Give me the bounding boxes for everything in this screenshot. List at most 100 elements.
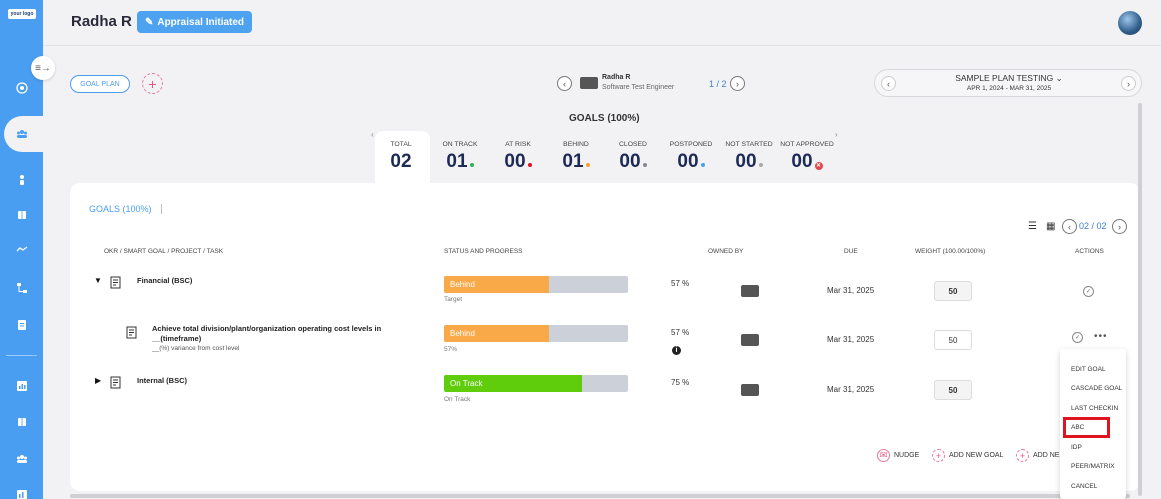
owner-avatar[interactable] <box>741 285 759 297</box>
goal-title-line2[interactable]: __(timeframe) <box>152 334 201 343</box>
stat-at-risk[interactable]: AT RISK 00 <box>489 141 547 173</box>
nudge-label: NUDGE <box>894 452 920 459</box>
plus-icon: + <box>148 75 157 92</box>
chevron-down-icon: ⌄ <box>1055 73 1063 83</box>
chevron-right-icon: › <box>736 78 739 89</box>
goal-title[interactable]: Financial (BSC) <box>137 276 192 285</box>
goals-pager: 02 / 02 <box>1079 221 1107 231</box>
stat-label: TOTAL <box>390 141 412 148</box>
weight-value[interactable]: 50 <box>934 380 972 400</box>
goal-icon <box>110 276 121 289</box>
stat-not-approved[interactable]: NOT APPROVED 00 ✕ <box>778 141 836 173</box>
progress-percent: 57 % <box>671 279 690 288</box>
close-icon: ✕ <box>814 162 823 170</box>
goal-title[interactable]: Internal (BSC) <box>137 376 187 385</box>
prev-employee-button[interactable]: ‹ <box>557 76 572 91</box>
vertical-scrollbar[interactable] <box>1138 103 1142 496</box>
grid-view-icon[interactable]: ▦ <box>1046 221 1055 232</box>
goals-card-title[interactable]: GOALS (100%) <box>89 204 152 214</box>
expand-triangle-icon[interactable]: ▶ <box>95 376 101 385</box>
progress-percent: 57 % <box>671 328 690 337</box>
due-date: Mar 31, 2025 <box>827 385 875 394</box>
col-header-weight: WEIGHT (100.00/100%) <box>915 248 986 255</box>
stat-not-started[interactable]: NOT STARTED 00 <box>720 141 778 173</box>
menu-item-cancel[interactable]: CANCEL <box>1071 483 1097 490</box>
stat-value: 02 <box>390 151 412 172</box>
owner-avatar[interactable] <box>741 384 759 396</box>
highlight-box <box>1063 417 1110 438</box>
sidebar-item-library[interactable] <box>0 410 43 434</box>
sidebar-item-person[interactable] <box>0 168 43 192</box>
next-employee-button[interactable]: › <box>730 76 745 91</box>
stat-label: BEHIND <box>563 141 589 148</box>
progress-sublabel: Target <box>444 296 463 303</box>
bar-chart-icon <box>16 490 27 499</box>
menu-item-idp[interactable]: IDP <box>1071 444 1082 451</box>
plan-name-label: SAMPLE PLAN TESTING <box>955 73 1054 83</box>
sidebar-toggle-button[interactable]: ≡→ <box>31 56 55 80</box>
collapse-triangle-icon[interactable]: ▼ <box>94 276 102 285</box>
sidebar-item-handshake[interactable] <box>0 238 43 262</box>
scroll-left-icon[interactable]: ‹ <box>371 130 374 139</box>
add-plan-button[interactable]: + <box>142 73 163 94</box>
list-view-icon[interactable]: ☰ <box>1028 221 1037 232</box>
goal-plan-button[interactable]: GOAL PLAN <box>70 75 130 93</box>
nudge-button[interactable]: ✉ NUDGE <box>877 449 919 462</box>
next-plan-button[interactable]: › <box>1121 76 1136 91</box>
stat-closed[interactable]: CLOSED 00 <box>604 141 662 173</box>
due-date: Mar 31, 2025 <box>827 286 875 295</box>
sidebar-item-org[interactable] <box>0 276 43 300</box>
progress-bar: Behind <box>444 325 628 342</box>
employee-mini-avatar <box>580 77 598 89</box>
user-avatar[interactable] <box>1118 11 1142 35</box>
sidebar-item-team[interactable] <box>0 122 43 146</box>
plan-name[interactable]: SAMPLE PLAN TESTING ⌄ <box>875 73 1143 84</box>
chevron-right-icon: › <box>1127 78 1130 89</box>
envelope-icon: ✉ <box>877 449 890 462</box>
stat-behind[interactable]: BEHIND 01 <box>547 141 605 173</box>
prev-page-button[interactable]: ‹ <box>1062 219 1077 234</box>
sidebar-item-reports[interactable] <box>0 313 43 337</box>
stat-value: 00 <box>735 151 757 172</box>
employee-mini-name: Radha R <box>602 74 631 81</box>
status-dot-icon <box>700 163 705 167</box>
book-open-icon <box>17 418 26 426</box>
add-new-button[interactable]: + ADD NE <box>1016 449 1059 462</box>
sidebar-item-book[interactable] <box>0 203 43 227</box>
group-icon <box>16 455 27 463</box>
hierarchy-icon <box>16 283 27 293</box>
horizontal-scrollbar[interactable] <box>70 494 1130 498</box>
sidebar-item-goals[interactable] <box>0 76 43 100</box>
menu-item-edit-goal[interactable]: EDIT GOAL <box>1071 366 1106 373</box>
menu-item-last-checkin[interactable]: LAST CHECKIN <box>1071 405 1118 412</box>
plan-selector[interactable]: ‹ SAMPLE PLAN TESTING ⌄ APR 1, 2024 - MA… <box>874 69 1142 97</box>
employee-mini-role: Software Test Engineer <box>602 84 675 91</box>
status-badge[interactable]: ✎ Appraisal Initiated <box>137 11 252 33</box>
weight-value[interactable]: 50 <box>934 330 972 350</box>
menu-item-peer-matrix[interactable]: PEER/MATRIX <box>1071 463 1115 470</box>
stat-on-track[interactable]: ON TRACK 01 <box>431 141 489 173</box>
owner-avatar[interactable] <box>741 334 759 346</box>
sidebar-item-dashboard[interactable] <box>0 483 43 499</box>
goal-icon <box>126 326 137 339</box>
chart-icon <box>16 381 27 391</box>
more-options-icon[interactable]: ••• <box>1094 331 1108 342</box>
progress-fill: Behind <box>444 276 549 293</box>
stat-postponed[interactable]: POSTPONED 00 <box>662 141 720 173</box>
next-page-button[interactable]: › <box>1112 219 1127 234</box>
status-dot-icon <box>758 163 763 167</box>
menu-item-cascade-goal[interactable]: CASCADE GOAL <box>1071 385 1122 392</box>
sidebar-item-people[interactable] <box>0 447 43 471</box>
check-circle-icon[interactable]: ✓ <box>1083 286 1094 297</box>
goal-title-line1[interactable]: Achieve total division/plant/organizatio… <box>152 324 381 333</box>
status-dot-icon <box>527 163 532 167</box>
add-new-goal-button[interactable]: + ADD NEW GOAL <box>932 449 1003 462</box>
check-circle-icon[interactable]: ✓ <box>1072 332 1083 343</box>
book-icon <box>17 211 26 219</box>
weight-value[interactable]: 50 <box>934 281 972 301</box>
stat-total[interactable]: TOTAL 02 <box>372 141 430 173</box>
scroll-right-icon[interactable]: › <box>835 130 838 139</box>
chevron-right-icon: › <box>1118 221 1121 232</box>
info-icon[interactable]: i <box>672 346 681 355</box>
sidebar-item-analytics[interactable] <box>0 374 43 398</box>
